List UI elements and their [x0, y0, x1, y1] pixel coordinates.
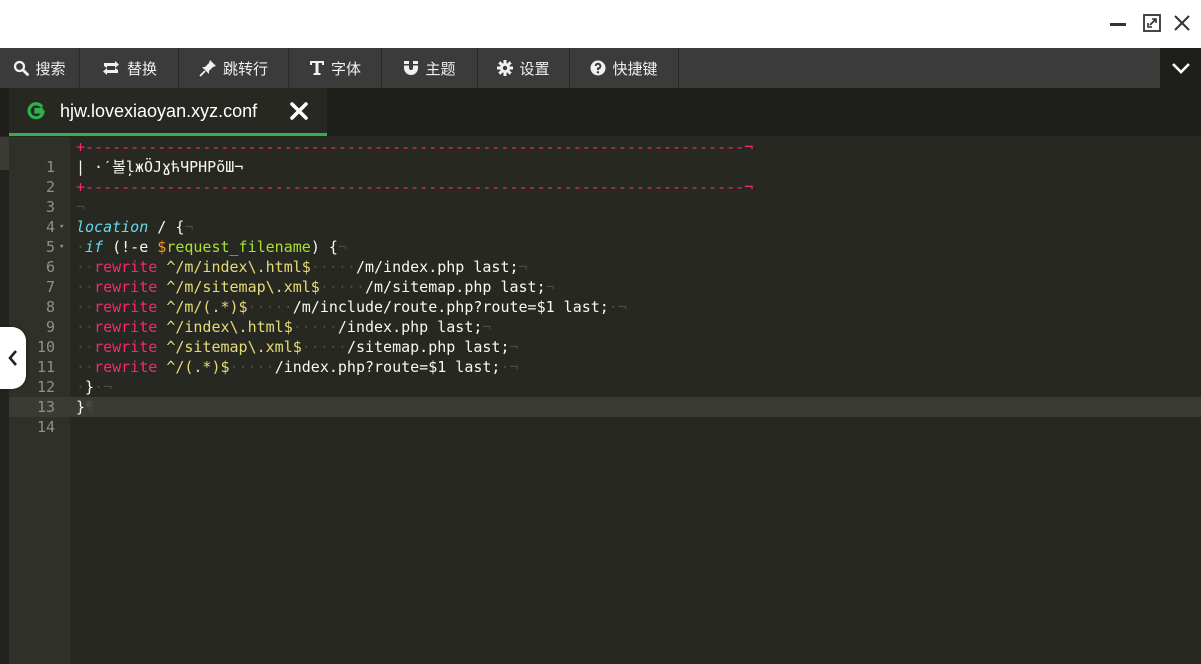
code-line: 8 ··rewrite ^/m/sitemap\.xml$·····/m/sit…: [0, 277, 1201, 316]
replace-button[interactable]: 替换: [80, 48, 179, 88]
line-text: ··rewrite ^/sitemap\.xml$·····/sitemap.p…: [76, 338, 519, 356]
line-text: ··rewrite ^/index\.html$·····/index.php …: [76, 318, 492, 336]
side-panel-toggle[interactable]: [0, 327, 26, 389]
tab-file[interactable]: hjw.lovexiaoyan.xyz.conf: [9, 88, 327, 136]
goto-line-button[interactable]: 跳转行: [179, 48, 289, 88]
maximize-icon: [1143, 14, 1161, 32]
code-line: 6 ▾ ·if (!-e $request_filename) {¬: [0, 237, 1201, 276]
code-line: 7 ··rewrite ^/m/index\.html$·····/m/inde…: [0, 257, 1201, 296]
line-text: +---------------------------------------…: [76, 178, 754, 196]
close-button[interactable]: [1169, 10, 1195, 36]
tab-bar: hjw.lovexiaoyan.xyz.conf: [0, 88, 1201, 136]
settings-label: 设置: [519, 59, 550, 78]
code-line: 5 ▾ location / {¬: [0, 217, 1201, 256]
goto-line-label: 跳转行: [222, 59, 268, 78]
line-text: ·}·¬: [76, 378, 113, 396]
chevron-down-icon: [1171, 63, 1190, 74]
minimize-icon: [1110, 23, 1126, 26]
line-text: +---------------------------------------…: [76, 138, 754, 156]
code-line: 11 ··rewrite ^/sitemap\.xml$·····/sitema…: [0, 337, 1201, 376]
line-text: location / {¬: [76, 218, 194, 236]
code-line: 10 ··rewrite ^/index\.html$·····/index.p…: [0, 317, 1201, 356]
theme-button[interactable]: 主题: [382, 48, 478, 88]
code-line: 14 }¶: [0, 397, 1201, 436]
line-text: ··rewrite ^/m/sitemap\.xml$·····/m/sitem…: [76, 278, 555, 296]
theme-label: 主题: [425, 59, 456, 78]
toolbar: 搜索 替换 跳转行 字体 主题 设置 快捷键: [0, 48, 1201, 88]
line-text: }¶: [76, 398, 95, 416]
font-button[interactable]: 字体: [289, 48, 382, 88]
code-line: 2 | ·ˊ볼ļжÖЈɣћЧPHPõШ¬: [0, 157, 1201, 196]
magnet-icon: [404, 61, 419, 75]
help-icon: [590, 60, 606, 76]
close-icon: [1174, 15, 1190, 31]
minimize-button[interactable]: [1105, 10, 1131, 36]
gear-icon: [497, 60, 514, 76]
fold-toggle[interactable]: ▾: [59, 237, 64, 257]
line-number: 14: [36, 418, 55, 436]
file-g-icon: [27, 102, 45, 120]
settings-button[interactable]: 设置: [478, 48, 570, 88]
line-text: ··rewrite ^/m/index\.html$·····/m/index.…: [76, 258, 528, 276]
title-bar: [0, 0, 1201, 48]
toolbar-collapse-button[interactable]: [1160, 48, 1201, 88]
search-button[interactable]: 搜索: [0, 48, 80, 88]
replace-icon: [102, 61, 119, 75]
line-text: ¬: [76, 198, 86, 216]
pin-icon: [199, 60, 216, 77]
close-x-icon[interactable]: [289, 101, 309, 121]
tab-title: hjw.lovexiaoyan.xyz.conf: [60, 101, 258, 121]
line-text: ·if (!-e $request_filename) {¬: [76, 238, 347, 256]
maximize-button[interactable]: [1139, 10, 1165, 36]
replace-label: 替换: [126, 59, 157, 78]
code-line: 12 ··rewrite ^/(.*)$·····/index.php?rout…: [0, 357, 1201, 396]
line-text: ··rewrite ^/(.*)$·····/index.php?route=$…: [76, 358, 519, 376]
code-line: 4 ¬: [0, 197, 1201, 236]
fold-toggle[interactable]: ▾: [59, 217, 64, 237]
code-line: 9 ··rewrite ^/m/(.*)$·····/m/include/rou…: [0, 297, 1201, 336]
chevron-left-icon: [8, 350, 17, 366]
code-line: 13 ·}·¬: [0, 377, 1201, 416]
shortcuts-label: 快捷键: [612, 59, 658, 78]
code-editor[interactable]: 1 +-------------------------------------…: [0, 137, 1201, 664]
code-line: 3 +-------------------------------------…: [0, 177, 1201, 216]
font-icon: [309, 61, 324, 75]
shortcuts-button[interactable]: 快捷键: [570, 48, 679, 88]
font-label: 字体: [330, 59, 361, 78]
search-icon: [14, 60, 30, 76]
line-text: ··rewrite ^/m/(.*)$·····/m/include/route…: [76, 298, 627, 316]
code-line: 1 +-------------------------------------…: [0, 137, 1201, 176]
line-text: | ·ˊ볼ļжÖЈɣћЧPHPõШ¬: [76, 158, 244, 176]
search-label: 搜索: [35, 59, 66, 78]
